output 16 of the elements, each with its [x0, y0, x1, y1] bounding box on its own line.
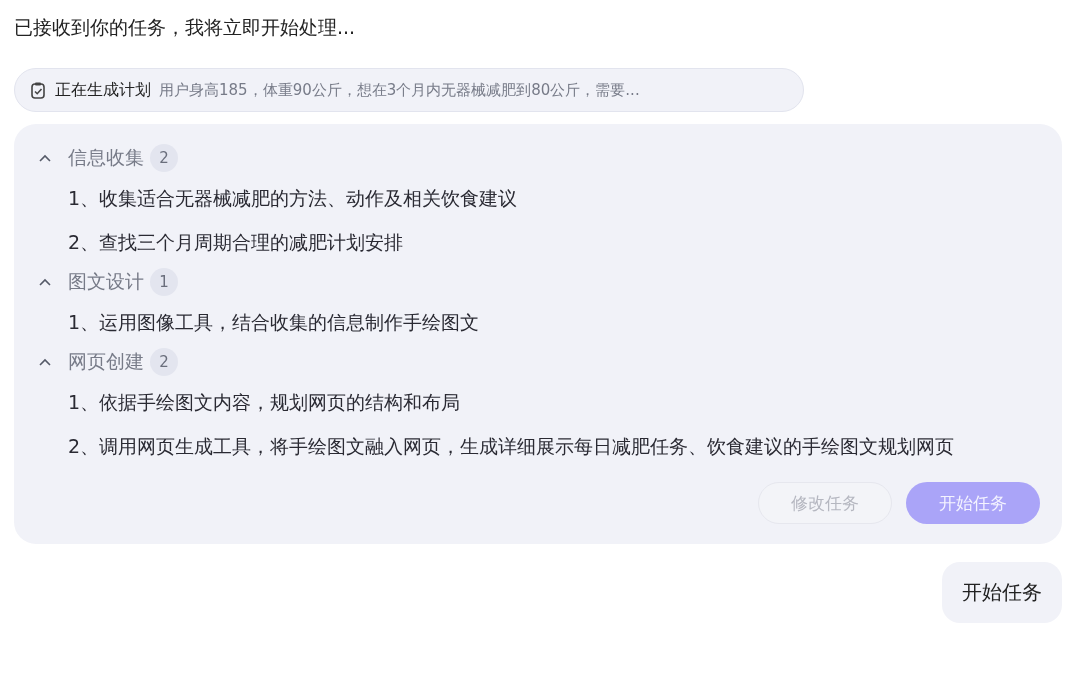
plan-step: 2、查找三个月周期合理的减肥计划安排 — [68, 220, 1008, 264]
count-badge: 2 — [150, 144, 178, 172]
section-title: 信息收集 — [68, 145, 144, 170]
status-label: 正在生成计划 — [55, 79, 151, 101]
plan-step: 1、依据手绘图文内容，规划网页的结构和布局 — [68, 380, 1008, 424]
plan-step: 2、调用网页生成工具，将手绘图文融入网页，生成详细展示每日减肥任务、饮食建议的手绘图文规划网页 — [68, 424, 1008, 468]
clipboard-check-icon — [29, 81, 47, 99]
user-message: 开始任务 — [942, 562, 1062, 623]
assistant-message: 已接收到你的任务，我将立即开始处理... — [14, 15, 357, 40]
status-summary: 用户身高185，体重90公斤，想在3个月内无器械减肥到80公斤，需要... — [159, 80, 640, 100]
section-title: 图文设计 — [68, 269, 144, 294]
count-badge: 2 — [150, 348, 178, 376]
count-badge: 1 — [150, 268, 178, 296]
plan-step: 1、收集适合无器械减肥的方法、动作及相关饮食建议 — [68, 176, 1008, 220]
plan-step: 1、运用图像工具，结合收集的信息制作手绘图文 — [68, 300, 1008, 344]
section-title: 网页创建 — [68, 349, 144, 374]
